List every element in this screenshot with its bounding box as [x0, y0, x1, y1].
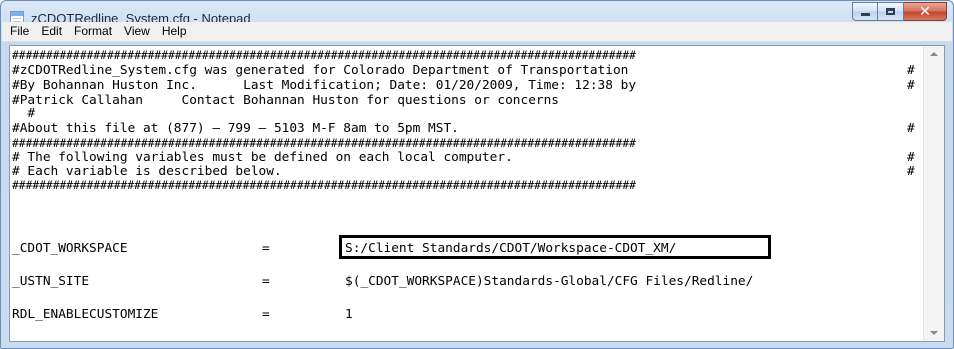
- editor-content[interactable]: ########################################…: [12, 49, 918, 339]
- minimize-button[interactable]: [852, 2, 878, 21]
- variable-name: RDL_ENABLECUSTOMIZE: [12, 307, 159, 322]
- config-line: #By Bohannan Huston Inc. Last Modificati…: [12, 78, 637, 93]
- config-line: #: [12, 106, 36, 121]
- text-editor[interactable]: ########################################…: [9, 45, 945, 342]
- config-line: ########################################…: [12, 49, 636, 62]
- config-line: #About this file at (877) – 799 – 5103 M…: [12, 121, 459, 136]
- menu-file[interactable]: File: [2, 22, 35, 41]
- equals-sign: =: [262, 274, 270, 289]
- variable-value: 1: [345, 307, 353, 322]
- comment-hash: #: [907, 121, 915, 136]
- vertical-scrollbar[interactable]: [923, 46, 944, 341]
- config-line: #Patrick Callahan Contact Bohannan Husto…: [12, 93, 560, 108]
- scroll-down-icon[interactable]: [930, 331, 938, 335]
- menu-view[interactable]: View: [118, 22, 156, 41]
- comment-hash: #: [907, 78, 915, 93]
- maximize-button[interactable]: [878, 2, 904, 21]
- variable-name: _USTN_SITE: [12, 274, 90, 289]
- menu-format[interactable]: Format: [68, 22, 118, 41]
- scroll-up-icon[interactable]: [930, 52, 938, 56]
- comment-hash: #: [907, 150, 915, 165]
- config-line: # Each variable is described below.: [12, 164, 282, 179]
- menu-help[interactable]: Help: [156, 22, 193, 41]
- config-line: #zCDOTRedline_System.cfg was generated f…: [12, 63, 629, 78]
- variable-name: _CDOT_WORKSPACE: [12, 241, 128, 256]
- config-line: ########################################…: [12, 179, 636, 192]
- highlight-box: [339, 235, 771, 259]
- caption-buttons: ✕: [852, 2, 947, 22]
- equals-sign: =: [262, 241, 270, 256]
- close-button[interactable]: ✕: [904, 2, 947, 21]
- notepad-window: zCDOTRedline_System.cfg - Notepad ✕ File…: [0, 0, 954, 349]
- equals-sign: =: [262, 307, 270, 322]
- menu-edit[interactable]: Edit: [35, 22, 68, 41]
- close-icon: ✕: [919, 3, 931, 20]
- comment-hash: #: [907, 164, 915, 179]
- variable-value: $(_CDOT_WORKSPACE)Standards-Global/CFG F…: [345, 274, 754, 289]
- maximize-icon: [886, 8, 895, 15]
- minimize-icon: [860, 13, 870, 16]
- comment-hash: #: [907, 63, 915, 78]
- menu-bar: File Edit Format View Help: [2, 22, 952, 42]
